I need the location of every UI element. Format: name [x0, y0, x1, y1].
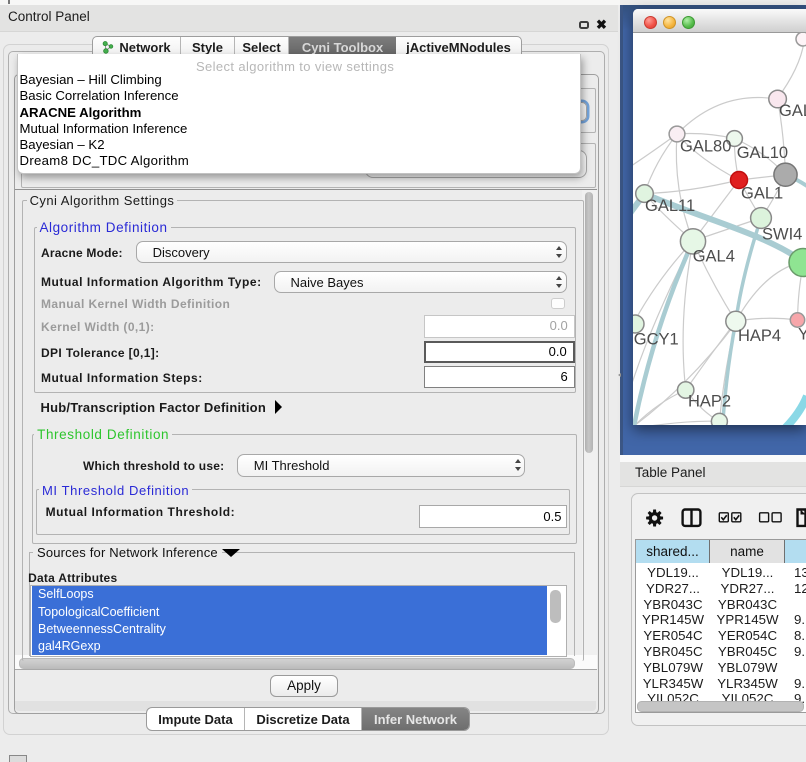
svg-text:GAL11: GAL11 — [645, 197, 695, 215]
svg-text:YM: YM — [798, 326, 806, 344]
svg-text:HAP2: HAP2 — [688, 392, 731, 410]
svg-text:GCY1: GCY1 — [634, 330, 679, 348]
svg-text:GAL7: GAL7 — [779, 102, 806, 120]
svg-text:GAL4: GAL4 — [693, 248, 735, 266]
svg-text:SWI4: SWI4 — [762, 226, 802, 244]
svg-text:GAL80: GAL80 — [680, 138, 731, 156]
svg-text:GAL10: GAL10 — [737, 144, 788, 162]
svg-text:HAP4: HAP4 — [738, 327, 781, 345]
svg-text:GAL1: GAL1 — [741, 184, 783, 202]
